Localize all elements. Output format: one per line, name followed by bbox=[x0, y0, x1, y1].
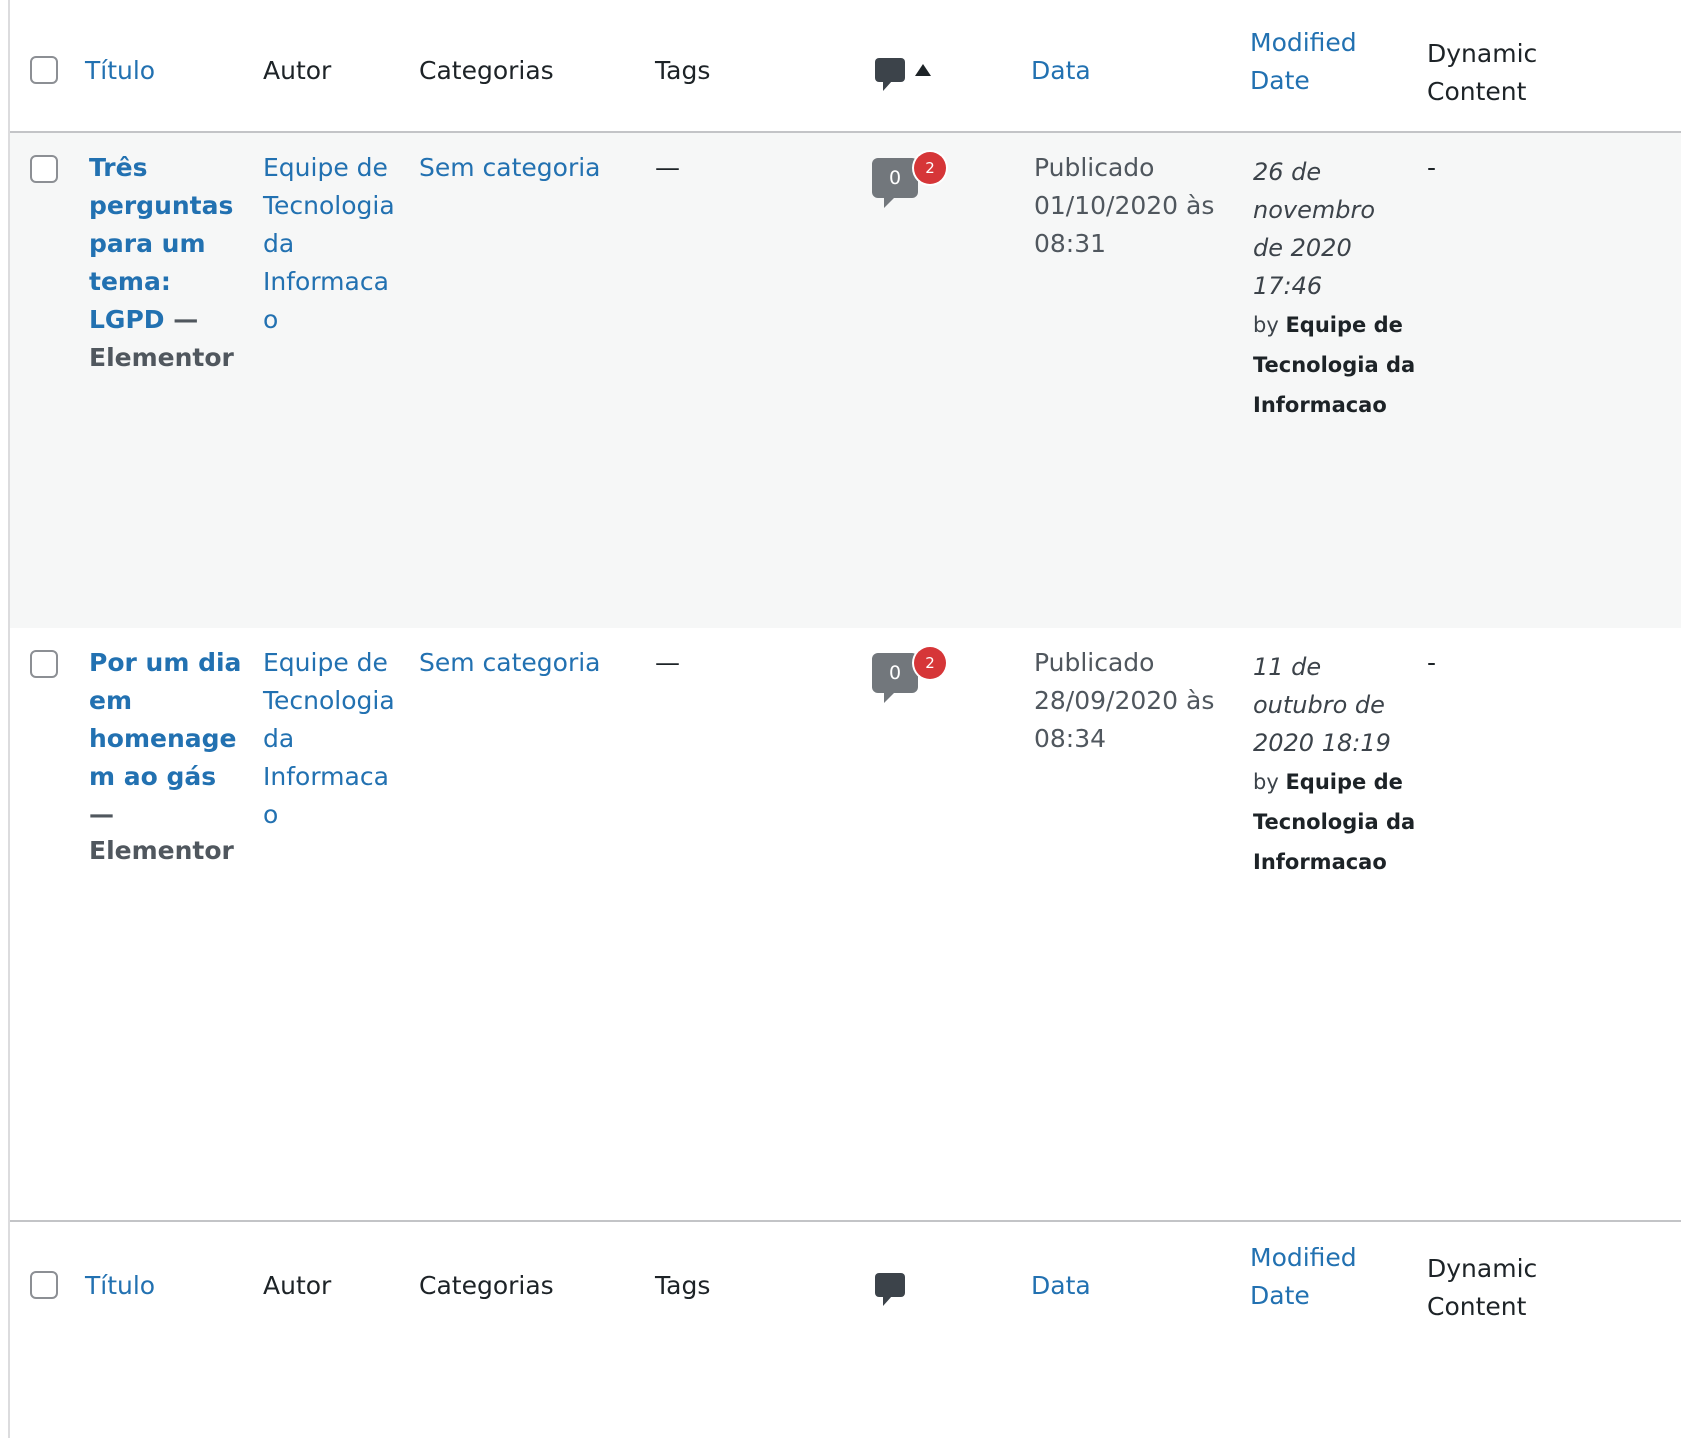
approved-comments-bubble[interactable]: 0 bbox=[872, 653, 918, 703]
post-title: Por um dia em homenage m ao gás — Elemen… bbox=[89, 644, 241, 867]
column-dynamic-content: Dynamic Content bbox=[1427, 1254, 1538, 1321]
post-state-label: Elementor bbox=[89, 836, 234, 865]
column-modified-date-sort[interactable]: Modified Date bbox=[1250, 24, 1357, 100]
select-all-checkbox-footer[interactable] bbox=[30, 1271, 58, 1299]
sort-ascending-icon[interactable] bbox=[915, 64, 931, 76]
modified-date-cell: 26 de novembro de 2020 17:46 by Equipe d… bbox=[1253, 158, 1416, 417]
author-link[interactable]: Equipe de Tecnologia da Informaca o bbox=[263, 644, 395, 834]
date-cell: Publicado 28/09/2020 às 08:34 bbox=[1034, 644, 1214, 758]
post-state-dash: — bbox=[89, 800, 114, 829]
row-checkbox[interactable] bbox=[30, 650, 58, 678]
post-title-link[interactable]: Por um dia em homenage m ao gás bbox=[89, 644, 241, 796]
modified-by-prefix: by bbox=[1253, 770, 1279, 794]
column-categories: Categorias bbox=[419, 1271, 554, 1300]
tags-value: — bbox=[655, 648, 680, 677]
post-state-dash: — bbox=[173, 305, 199, 334]
date-time: 08:34 bbox=[1034, 724, 1107, 753]
pending-comments-badge[interactable]: 2 bbox=[914, 152, 946, 184]
category-link[interactable]: Sem categoria bbox=[419, 644, 601, 682]
column-date-sort[interactable]: Data bbox=[1031, 1267, 1091, 1305]
modified-by-prefix: by bbox=[1253, 313, 1279, 337]
column-dynamic-content: Dynamic Content bbox=[1427, 35, 1537, 111]
modified-date-cell: 11 de outubro de 2020 18:19 by Equipe de… bbox=[1253, 653, 1416, 874]
date-status: Publicado bbox=[1034, 153, 1155, 182]
date-time: 08:31 bbox=[1034, 229, 1107, 258]
column-title-sort[interactable]: Título bbox=[85, 52, 155, 90]
dynamic-content-value: - bbox=[1427, 153, 1437, 182]
category-link[interactable]: Sem categoria bbox=[419, 149, 601, 187]
dynamic-content-value: - bbox=[1427, 648, 1437, 677]
comment-icon[interactable] bbox=[875, 1273, 905, 1306]
tags-value: — bbox=[655, 153, 680, 182]
dynamic-content-label-line2: Content bbox=[1427, 77, 1527, 106]
date-value: 28/09/2020 às bbox=[1034, 686, 1215, 715]
column-author: Autor bbox=[263, 56, 332, 85]
modified-by-name: Equipe de bbox=[1285, 313, 1403, 337]
footer-divider bbox=[10, 1220, 1681, 1222]
pending-comments-badge[interactable]: 2 bbox=[914, 647, 946, 679]
table-row bbox=[10, 133, 1681, 628]
select-all-checkbox[interactable] bbox=[30, 56, 58, 84]
column-categories: Categorias bbox=[419, 56, 554, 85]
modified-by-name: Equipe de bbox=[1285, 770, 1403, 794]
dynamic-content-label-line1: Dynamic bbox=[1427, 39, 1538, 68]
approved-comments-bubble[interactable]: 0 bbox=[872, 158, 918, 208]
row-checkbox[interactable] bbox=[30, 155, 58, 183]
column-tags: Tags bbox=[655, 56, 711, 85]
column-title-sort[interactable]: Título bbox=[85, 1267, 155, 1305]
column-date-sort[interactable]: Data bbox=[1031, 52, 1091, 90]
post-title-link[interactable]: Três perguntas para um tema: LGPD — bbox=[89, 149, 234, 339]
post-title: Três perguntas para um tema: LGPD — Elem… bbox=[89, 149, 234, 377]
post-state-label: Elementor bbox=[89, 343, 234, 372]
date-cell: Publicado 01/10/2020 às 08:31 bbox=[1034, 149, 1214, 263]
date-status: Publicado bbox=[1034, 648, 1155, 677]
comment-icon[interactable] bbox=[875, 58, 905, 91]
author-link[interactable]: Equipe de Tecnologia da Informaca o bbox=[263, 149, 395, 339]
date-value: 01/10/2020 às bbox=[1034, 191, 1215, 220]
modified-date-label-line1: Modified bbox=[1250, 28, 1357, 57]
column-tags: Tags bbox=[655, 1271, 711, 1300]
modified-date-label-line2: Date bbox=[1250, 66, 1310, 95]
column-author: Autor bbox=[263, 1271, 332, 1300]
column-modified-date-sort[interactable]: Modified Date bbox=[1250, 1239, 1357, 1315]
